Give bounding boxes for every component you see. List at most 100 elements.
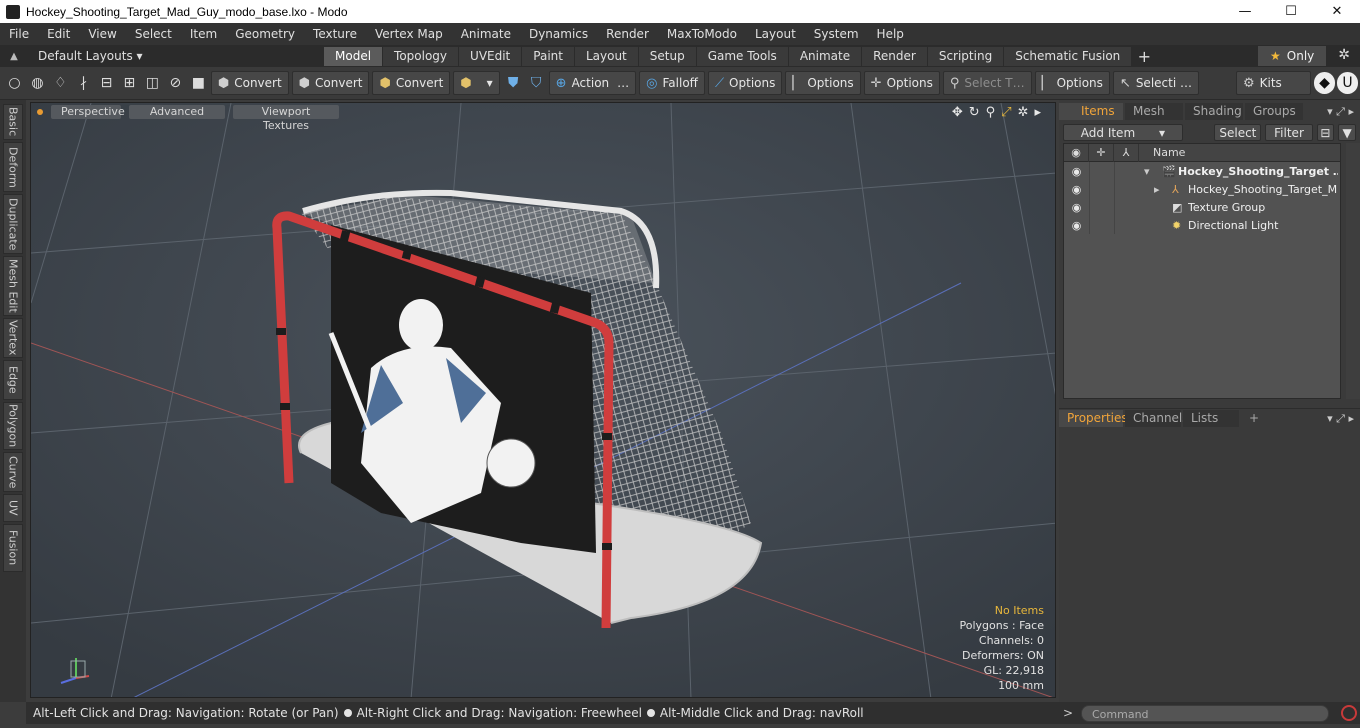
properties-options-icon[interactable]: ▾ ⤢ ▸ — [1327, 412, 1354, 426]
close-button[interactable]: ✕ — [1314, 0, 1360, 23]
gear-icon[interactable]: ✲ — [1338, 47, 1350, 63]
convert-button-3[interactable]: ⬢ Convert — [372, 71, 451, 95]
brush-icon[interactable]: ∤ — [73, 72, 94, 94]
globe-icon[interactable]: ◍ — [27, 72, 48, 94]
tab-game-tools[interactable]: Game Tools — [696, 46, 788, 66]
tab-groups[interactable]: Groups — [1245, 102, 1303, 120]
tab-shading[interactable]: Shading — [1185, 102, 1243, 120]
pen-icon[interactable]: ♢ — [50, 72, 71, 94]
vertex-select-icon[interactable]: ○ — [4, 72, 25, 94]
tab-render[interactable]: Render — [862, 46, 927, 66]
options-button-3[interactable]: ✛ Options — [863, 71, 940, 95]
viewport-textures-dropdown[interactable]: Viewport Textures — [233, 105, 339, 132]
render-column-icon[interactable]: ⅄ — [1114, 143, 1139, 162]
cube-dropdown[interactable]: ⬢ ▾ — [453, 71, 500, 95]
tab-uvedit[interactable]: UVEdit — [459, 46, 522, 66]
list-item[interactable]: ◉ ▸ ⅄ Hockey_Shooting_Target_M … — [1064, 180, 1340, 198]
eye-icon[interactable]: ◉ — [1064, 219, 1089, 232]
menu-item[interactable]: Item — [181, 23, 226, 45]
vtab-fusion[interactable]: Fusion — [3, 524, 23, 572]
menu-maxtomodo[interactable]: MaxToModo — [658, 23, 746, 45]
vtab-polygon[interactable]: Polygon — [3, 402, 23, 450]
default-layouts-dropdown[interactable]: Default Layouts ▾ — [28, 49, 324, 63]
expand-arrow-icon[interactable]: ▸ — [1154, 183, 1160, 196]
lock-column-icon[interactable]: ✛ — [1089, 143, 1114, 162]
menu-select[interactable]: Select — [126, 23, 181, 45]
menu-animate[interactable]: Animate — [452, 23, 520, 45]
eye-icon[interactable]: ◉ — [1064, 201, 1089, 214]
advanced-dropdown[interactable]: Advanced — [129, 105, 225, 119]
convert-button-1[interactable]: ⬢ Convert — [210, 71, 289, 95]
visibility-column-eye-icon[interactable]: ◉ — [1064, 143, 1089, 162]
menu-layout[interactable]: Layout — [746, 23, 805, 45]
tab-scripting[interactable]: Scripting — [927, 46, 1004, 66]
funnel-icon[interactable]: ▼ — [1338, 123, 1356, 141]
kits-button[interactable]: ⚙ Kits — [1235, 71, 1312, 95]
menu-file[interactable]: File — [0, 23, 38, 45]
tab-layout[interactable]: Layout — [574, 46, 638, 66]
perspective-dropdown[interactable]: Perspective — [51, 105, 125, 119]
eye-icon[interactable]: ◉ — [1064, 183, 1089, 196]
add-item-button[interactable]: Add Item ▾ — [1063, 123, 1183, 141]
only-toggle[interactable]: ★ Only — [1258, 46, 1326, 66]
menu-geometry[interactable]: Geometry — [226, 23, 304, 45]
item-list-scrollbar[interactable] — [1346, 143, 1360, 399]
menu-edit[interactable]: Edit — [38, 23, 79, 45]
vtab-duplicate[interactable]: Duplicate — [3, 194, 23, 254]
tab-paint[interactable]: Paint — [522, 46, 574, 66]
options-button-1[interactable]: ⟋ Options — [707, 71, 783, 95]
menu-vertex-map[interactable]: Vertex Map — [366, 23, 452, 45]
pan-icon[interactable]: ✥ — [952, 105, 963, 120]
viewport-more-icon[interactable]: ▸ — [1034, 105, 1041, 120]
polygons-icon[interactable]: ⊞ — [119, 72, 140, 94]
material-icon[interactable]: ◫ — [142, 72, 163, 94]
vtab-deform[interactable]: Deform — [3, 142, 23, 192]
tab-properties[interactable]: Properties — [1059, 410, 1128, 427]
cube-icon[interactable]: ■ — [188, 72, 209, 94]
convert-button-2[interactable]: ⬢ Convert — [291, 71, 370, 95]
name-column-header[interactable]: Name — [1139, 146, 1185, 159]
add-panel-tab[interactable]: + — [1241, 410, 1267, 427]
select-through-button[interactable]: ⚲ Select T… — [942, 71, 1032, 95]
viewport-gear-icon[interactable]: ✲ — [1018, 105, 1029, 120]
unity-icon[interactable]: ◆ — [1314, 72, 1336, 94]
3d-viewport[interactable]: Perspective Advanced Viewport Textures ✥… — [30, 102, 1056, 698]
list-item[interactable]: ◉ ✹ Directional Light — [1064, 216, 1340, 234]
list-item[interactable]: ◉ ◩ Texture Group — [1064, 198, 1340, 216]
tab-animate[interactable]: Animate — [788, 46, 862, 66]
symmetry-icon[interactable]: ⛊ — [503, 72, 524, 94]
vtab-mesh-edit[interactable]: Mesh Edit — [3, 256, 23, 316]
falloff-button[interactable]: ◎ Falloff — [639, 71, 705, 95]
panel-options-icon[interactable]: ▾ ⤢ ▸ — [1327, 105, 1354, 119]
tab-schematic-fusion[interactable]: Schematic Fusion — [1004, 46, 1132, 66]
vtab-curve[interactable]: Curve — [3, 452, 23, 492]
options-button-4[interactable]: ▏ Options — [1034, 71, 1110, 95]
tab-items[interactable]: Items — [1059, 102, 1123, 120]
menu-render[interactable]: Render — [597, 23, 658, 45]
vtab-edge[interactable]: Edge — [3, 360, 23, 400]
menu-help[interactable]: Help — [868, 23, 913, 45]
record-macro-icon[interactable] — [1341, 705, 1357, 721]
tab-channels[interactable]: Channels — [1125, 410, 1189, 427]
edges-icon[interactable]: ⊟ — [96, 72, 117, 94]
snap-icon[interactable]: ⛉ — [526, 72, 547, 94]
filter-button[interactable]: Filter — [1265, 123, 1313, 141]
selection-button[interactable]: ↖ Selecti … — [1112, 71, 1199, 95]
menu-system[interactable]: System — [805, 23, 868, 45]
menu-texture[interactable]: Texture — [304, 23, 366, 45]
list-item[interactable]: ◉ ▾ 🎬 Hockey_Shooting_Target … — [1064, 162, 1340, 180]
add-tab-icon[interactable]: + — [1132, 47, 1156, 66]
minimize-button[interactable]: — — [1222, 0, 1268, 23]
tab-mesh[interactable]: Mesh … — [1125, 102, 1183, 135]
menu-dynamics[interactable]: Dynamics — [520, 23, 597, 45]
vtab-uv[interactable]: UV — [3, 494, 23, 522]
tab-lists[interactable]: Lists — [1183, 410, 1239, 427]
unreal-icon[interactable]: U — [1337, 72, 1358, 94]
circle-slash-icon[interactable]: ⊘ — [165, 72, 186, 94]
select-button[interactable]: Select — [1214, 123, 1262, 141]
maximize-button[interactable]: ☐ — [1268, 0, 1314, 23]
action-center-button[interactable]: ⊕ Action… — [548, 71, 637, 95]
vtab-basic[interactable]: Basic — [3, 104, 23, 140]
expand-arrow-icon[interactable]: ▾ — [1144, 165, 1150, 178]
command-input[interactable]: Command — [1081, 704, 1329, 722]
